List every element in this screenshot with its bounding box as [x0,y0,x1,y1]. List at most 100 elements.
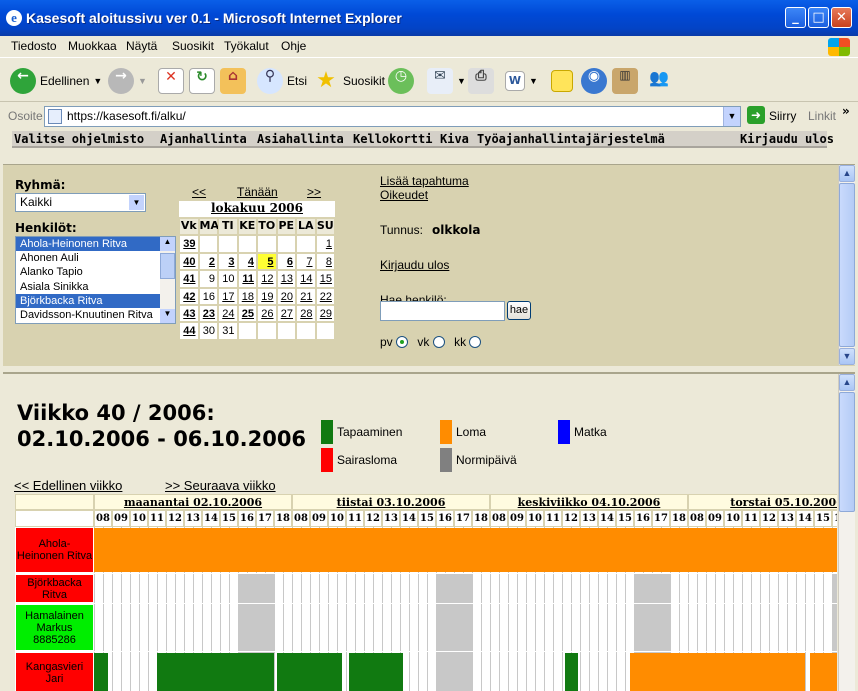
schedule-slot[interactable] [445,604,454,651]
list-item[interactable]: Björkbacka Ritva [16,293,175,308]
messenger-button[interactable]: ◉ [581,66,607,96]
schedule-slot[interactable] [715,574,724,603]
schedule-slot[interactable] [679,574,688,603]
schedule-slot[interactable] [220,574,229,603]
schedule-slot[interactable] [823,574,832,603]
calendar-day-cell[interactable]: 2 [198,252,218,271]
nav-kellokortti[interactable]: Kellokortti [353,132,432,146]
schedule-slot[interactable] [400,604,409,651]
schedule-slot[interactable] [283,574,292,603]
chevron-right-icon[interactable]: » [842,104,850,118]
nav-kirjaudu-ulos[interactable]: Kirjaudu ulos [740,132,834,146]
calendar-next-link[interactable]: >> [307,185,321,199]
schedule-slot[interactable] [742,604,751,651]
schedule-slot[interactable] [112,574,121,603]
schedule-slot[interactable] [139,604,148,651]
schedule-person-name[interactable]: Björkbacka Ritva [15,574,94,603]
schedule-slot[interactable] [508,652,517,691]
schedule-slot[interactable] [472,604,481,651]
schedule-slot[interactable] [418,652,427,691]
schedule-day-header[interactable]: torstai 05.10.2006 [688,494,837,510]
schedule-slot[interactable] [364,574,373,603]
schedule-slot[interactable] [472,652,481,691]
schedule-slot[interactable] [238,574,247,603]
schedule-slot[interactable] [553,652,562,691]
logout-link[interactable]: Kirjaudu ulos [380,258,449,272]
schedule-slot[interactable] [355,574,364,603]
schedule-slot[interactable] [607,574,616,603]
search-button[interactable]: ⚲ Etsi [257,66,307,96]
schedule-slot[interactable] [211,574,220,603]
calendar-week-number[interactable]: 43 [179,304,199,323]
calendar-day-cell[interactable]: 16 [198,287,218,305]
schedule-slot[interactable] [526,574,535,603]
schedule-slot[interactable] [328,604,337,651]
schedule-slot[interactable] [346,574,355,603]
schedule-slot[interactable] [121,652,130,691]
schedule-slot[interactable] [607,652,616,691]
schedule-slot[interactable] [274,574,283,603]
calendar-day-cell[interactable]: 13 [276,270,296,288]
schedule-slot[interactable] [418,574,427,603]
schedule-slot[interactable] [787,574,796,603]
calendar-day-cell[interactable]: 28 [296,304,316,323]
schedule-slot[interactable] [751,604,760,651]
schedule-person-name[interactable]: Kangasvieri Jari [15,652,94,691]
list-item[interactable]: Ahonen Auli [16,251,175,265]
forward-button[interactable]: → ▼ [108,66,147,96]
schedule-slot[interactable] [526,604,535,651]
schedule-slot[interactable] [706,604,715,651]
schedule-slot[interactable] [724,604,733,651]
schedule-slot[interactable] [832,574,837,603]
rights-link[interactable]: Oikeudet [380,188,428,202]
home-button[interactable]: ⌂ [220,66,246,96]
schedule-slot[interactable] [499,604,508,651]
print-button[interactable]: ⎙ [468,66,494,96]
back-dropdown-icon[interactable]: ▼ [93,76,102,86]
schedule-slot[interactable] [760,574,769,603]
schedule-slot[interactable] [427,574,436,603]
schedule-slot[interactable] [616,652,625,691]
schedule-slot[interactable] [202,604,211,651]
schedule-day-header[interactable]: tiistai 03.10.2006 [292,494,490,510]
schedule-slot[interactable] [562,604,571,651]
schedule-slot[interactable] [130,604,139,651]
schedule-slot[interactable] [103,604,112,651]
close-button[interactable]: ✕ [831,7,852,28]
schedule-slot[interactable] [616,574,625,603]
schedule-slot[interactable] [643,604,652,651]
schedule-slot[interactable] [139,574,148,603]
schedule-slot[interactable] [598,652,607,691]
schedule-slot[interactable] [526,652,535,691]
schedule-event-bar[interactable] [94,653,108,691]
calendar-day-cell[interactable]: 25 [237,304,257,323]
schedule-slot[interactable] [220,604,229,651]
schedule-slot[interactable] [265,574,274,603]
schedule-slot[interactable] [346,604,355,651]
schedule-slot[interactable] [553,574,562,603]
schedule-slot[interactable] [427,604,436,651]
calendar-day-cell[interactable]: 22 [315,287,335,305]
schedule-slot[interactable] [337,604,346,651]
list-item[interactable]: Alanko Tapio [16,265,175,279]
list-item[interactable]: Davidsson-Knuutinen Ritva [16,308,175,322]
schedule-slot[interactable] [823,604,832,651]
schedule-slot[interactable] [769,574,778,603]
bottom-frame-scrollbar[interactable]: ▲ [838,374,855,691]
schedule-slot[interactable] [796,604,805,651]
calendar-day-cell[interactable]: 1 [315,235,335,253]
calendar-day-cell[interactable]: 26 [257,304,277,323]
menu-muokkaa[interactable]: Muokkaa [68,39,117,53]
address-dropdown-icon[interactable]: ▼ [723,107,740,126]
schedule-slot[interactable] [805,574,814,603]
schedule-event-bar[interactable] [348,653,403,691]
next-week-link[interactable]: >> Seuraava viikko [165,478,276,493]
schedule-slot[interactable] [211,604,220,651]
schedule-slot[interactable] [769,604,778,651]
calendar-day-cell[interactable]: 30 [198,322,218,340]
scroll-down-icon[interactable]: ▼ [160,309,175,323]
calendar-day-cell[interactable]: 11 [237,270,257,288]
schedule-slot[interactable] [562,574,571,603]
nav-tyoajanhallinta[interactable]: Työajanhallintajärjestelmä [477,132,665,146]
calendar-today-link[interactable]: Tänään [237,185,278,199]
